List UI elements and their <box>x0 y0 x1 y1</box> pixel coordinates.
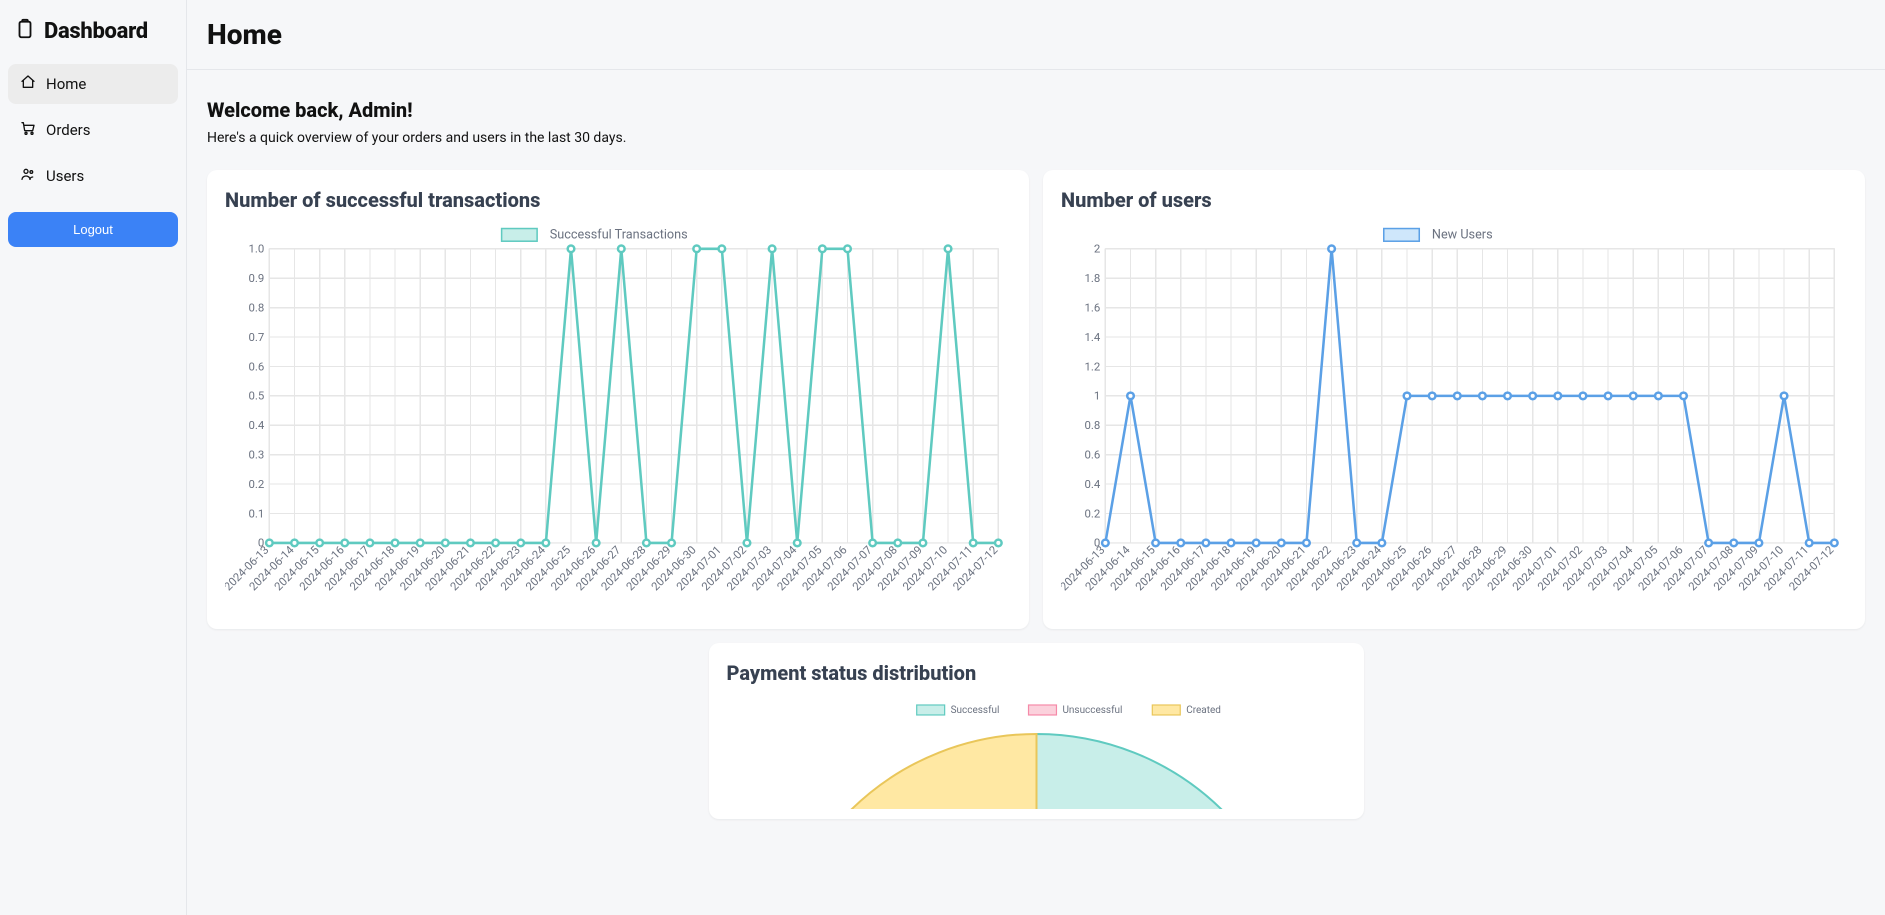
svg-text:0.8: 0.8 <box>1084 418 1100 432</box>
welcome-heading: Welcome back, Admin! <box>207 98 1865 122</box>
topbar: Home <box>187 0 1885 70</box>
svg-text:0.8: 0.8 <box>248 300 264 314</box>
svg-text:0.6: 0.6 <box>248 359 264 373</box>
sidebar-item-orders[interactable]: Orders <box>8 110 178 150</box>
svg-text:0.2: 0.2 <box>1084 506 1100 520</box>
logout-button[interactable]: Logout <box>8 212 178 247</box>
svg-text:0.4: 0.4 <box>1084 477 1100 491</box>
line-chart-transactions: Successful Transactions00.10.20.30.40.50… <box>225 226 1011 619</box>
svg-text:Successful: Successful <box>950 705 999 716</box>
chart-title: Number of successful transactions <box>225 188 1011 212</box>
clipboard-icon <box>14 18 36 44</box>
sidebar-item-home[interactable]: Home <box>8 64 178 104</box>
sidebar-item-label: Home <box>46 75 86 93</box>
chart-card-transactions: Number of successful transactions Succes… <box>207 170 1029 629</box>
svg-text:1.4: 1.4 <box>1084 330 1100 344</box>
cart-icon <box>20 120 36 140</box>
svg-text:Unsuccessful: Unsuccessful <box>1062 705 1122 716</box>
sidebar: Dashboard Home Orders Users Log <box>0 0 187 915</box>
svg-text:1.8: 1.8 <box>1084 271 1100 285</box>
page-title: Home <box>207 18 1865 51</box>
svg-text:1.2: 1.2 <box>1084 359 1100 373</box>
svg-text:0.6: 0.6 <box>1084 448 1100 462</box>
sidebar-item-label: Orders <box>46 121 91 139</box>
svg-text:2: 2 <box>1094 242 1100 256</box>
content: Welcome back, Admin! Here's a quick over… <box>187 70 1885 915</box>
svg-text:New Users: New Users <box>1432 228 1493 243</box>
svg-text:0.7: 0.7 <box>248 330 264 344</box>
svg-text:0.2: 0.2 <box>248 477 264 491</box>
svg-text:Successful Transactions: Successful Transactions <box>550 228 688 243</box>
pie-chart-payment-status: Successful Unsuccessful Created <box>727 699 1346 809</box>
chart-card-payment-status: Payment status distribution Successful Un… <box>709 643 1364 819</box>
svg-text:1: 1 <box>1094 389 1100 403</box>
svg-text:1.6: 1.6 <box>1084 300 1100 314</box>
sidebar-item-label: Users <box>46 167 84 185</box>
svg-text:Created: Created <box>1186 705 1221 716</box>
chart-card-users: Number of users New Users00.20.40.60.811… <box>1043 170 1865 629</box>
svg-text:1.0: 1.0 <box>248 242 264 256</box>
brand: Dashboard <box>8 12 178 56</box>
svg-text:0.9: 0.9 <box>248 271 264 285</box>
line-chart-users: New Users00.20.40.60.811.21.41.61.822024… <box>1061 226 1847 619</box>
overview-subtitle: Here's a quick overview of your orders a… <box>207 130 1865 146</box>
sidebar-item-users[interactable]: Users <box>8 156 178 196</box>
brand-title: Dashboard <box>44 19 148 44</box>
svg-text:0.4: 0.4 <box>248 418 264 432</box>
sidebar-nav: Home Orders Users Logout <box>8 64 178 247</box>
svg-text:0.5: 0.5 <box>248 389 264 403</box>
main: Home Welcome back, Admin! Here's a quick… <box>187 0 1885 915</box>
chart-title: Payment status distribution <box>727 661 1346 685</box>
svg-text:0.3: 0.3 <box>248 448 264 462</box>
chart-title: Number of users <box>1061 188 1847 212</box>
svg-text:0.1: 0.1 <box>248 506 264 520</box>
home-icon <box>20 74 36 94</box>
users-icon <box>20 166 36 186</box>
